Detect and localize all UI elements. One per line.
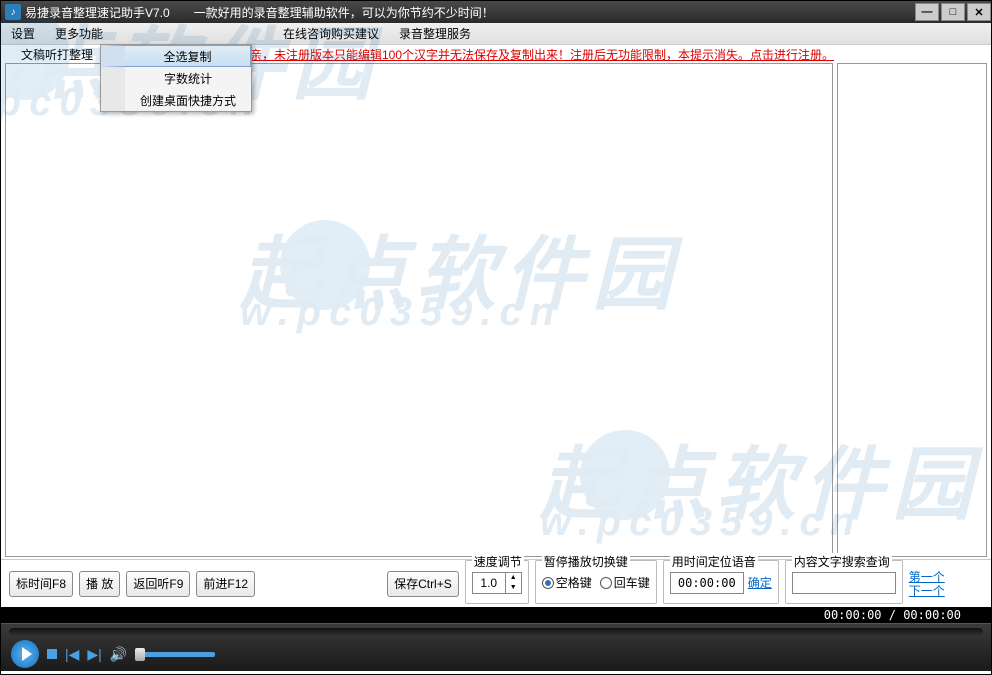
locate-time-input[interactable]: 00:00:00 (670, 572, 744, 594)
player-bar: |◀ ▶| 🔊 (1, 623, 991, 671)
play-icon (22, 647, 32, 661)
dropdown-select-all[interactable]: 全选复制 (101, 45, 251, 67)
speed-spinner[interactable]: 1.0 ▲▼ (472, 572, 522, 594)
forward-button[interactable]: 前进F12 (196, 571, 255, 597)
search-fieldset: 内容文字搜索查询 (785, 560, 903, 604)
menu-settings[interactable]: 设置 (1, 23, 45, 44)
locate-fieldset: 用时间定位语音 00:00:00 确定 (663, 560, 779, 604)
mark-time-button[interactable]: 标时间F8 (9, 571, 73, 597)
pause-fieldset: 暂停播放切换键 空格键 回车键 (535, 560, 657, 604)
player-play-button[interactable] (11, 640, 39, 668)
titlebar: ♪ 易捷录音整理速记助手V7.0 一款好用的录音整理辅助软件，可以为你节约不少时… (1, 1, 991, 23)
volume-icon[interactable]: 🔊 (110, 646, 127, 663)
control-panel: 标时间F8 播 放 返回听F9 前进F12 保存Ctrl+S 速度调节 1.0 … (1, 559, 991, 607)
radio-space-label: 空格键 (556, 574, 592, 591)
radio-enter[interactable]: 回车键 (600, 574, 650, 591)
menu-service[interactable]: 录音整理服务 (389, 23, 481, 44)
next-track-icon[interactable]: ▶| (87, 646, 101, 663)
time-display: 00:00:00 / 00:00:00 (1, 607, 991, 623)
mode-label: 文稿听打整理 (1, 46, 93, 63)
menu-more[interactable]: 更多功能 (45, 23, 113, 44)
search-input[interactable] (792, 572, 896, 594)
volume-slider[interactable] (135, 652, 215, 657)
speed-down-icon[interactable]: ▼ (505, 583, 521, 593)
speed-fieldset: 速度调节 1.0 ▲▼ (465, 560, 529, 604)
side-panel (837, 63, 987, 557)
speed-value: 1.0 (473, 573, 505, 593)
radio-space[interactable]: 空格键 (542, 574, 592, 591)
volume-thumb[interactable] (135, 648, 145, 661)
locate-label: 用时间定位语音 (670, 553, 758, 570)
window-title: 易捷录音整理速记助手V7.0 一款好用的录音整理辅助软件，可以为你节约不少时间！ (25, 4, 913, 21)
speed-label: 速度调节 (472, 553, 524, 570)
search-first[interactable]: 第一个 (909, 570, 945, 584)
save-button[interactable]: 保存Ctrl+S (387, 571, 459, 597)
menu-consult[interactable]: 在线咨询购买建议 (273, 23, 389, 44)
dropdown-shortcut[interactable]: 创建桌面快捷方式 (101, 89, 251, 111)
close-button[interactable]: ✕ (967, 3, 991, 21)
locate-confirm[interactable]: 确定 (748, 574, 772, 591)
search-next[interactable]: 下一个 (909, 584, 945, 598)
dropdown-menu: 全选复制 字数统计 创建桌面快捷方式 (100, 44, 252, 112)
stop-icon[interactable] (47, 649, 57, 659)
progress-track[interactable] (9, 628, 983, 636)
text-editor[interactable] (5, 63, 833, 557)
dropdown-word-count[interactable]: 字数统计 (101, 67, 251, 89)
minimize-button[interactable]: — (915, 3, 939, 21)
maximize-button[interactable]: □ (941, 3, 965, 21)
search-label: 内容文字搜索查询 (792, 553, 892, 570)
app-icon: ♪ (5, 4, 21, 20)
speed-up-icon[interactable]: ▲ (505, 573, 521, 583)
play-button[interactable]: 播 放 (79, 571, 120, 597)
menubar: 设置 更多功能 在线咨询购买建议 录音整理服务 (1, 23, 991, 45)
pause-label: 暂停播放切换键 (542, 553, 630, 570)
radio-enter-label: 回车键 (614, 574, 650, 591)
rewind-button[interactable]: 返回听F9 (126, 571, 190, 597)
prev-track-icon[interactable]: |◀ (65, 646, 79, 663)
